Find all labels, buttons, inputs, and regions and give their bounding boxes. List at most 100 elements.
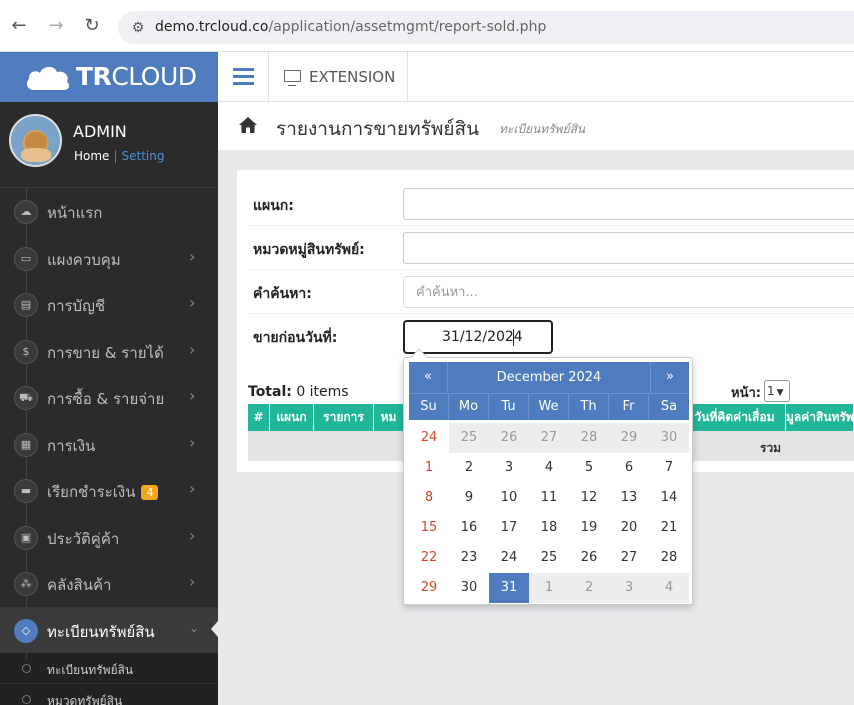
cubes-icon: ⁂ — [14, 572, 38, 596]
sidebar-item-3[interactable]: ▤ การบัญชี › — [0, 281, 218, 328]
sidebar-item-label: การบัญชี — [47, 297, 106, 315]
day-cell[interactable]: 28 — [649, 543, 689, 573]
monitor-icon: ▭ — [14, 246, 38, 271]
day-cell[interactable]: 25 — [529, 543, 569, 573]
chevron-right-icon: › — [189, 246, 196, 266]
day-cell[interactable]: 3 — [609, 573, 649, 603]
sidebar-item-2[interactable]: ▭ แผงควบคุม › — [0, 235, 218, 282]
day-cell[interactable]: 1 — [409, 453, 449, 483]
day-cell[interactable]: 29 — [609, 423, 649, 453]
search-label: คำค้นหา: — [253, 286, 312, 302]
page-select[interactable]: 1 ▼ — [764, 380, 790, 402]
setting-link[interactable]: Setting — [121, 149, 164, 163]
day-cell[interactable]: 5 — [569, 453, 609, 483]
sidebar-item-1[interactable]: ☁ หน้าแรก — [0, 188, 218, 235]
url-text: demo.trcloud.co/application/assetmgmt/re… — [155, 19, 547, 35]
prev-month-button[interactable]: « — [409, 362, 448, 393]
day-cell[interactable]: 1 — [529, 573, 569, 603]
day-cell[interactable]: 22 — [409, 543, 449, 573]
day-cell[interactable]: 26 — [489, 423, 529, 453]
day-cell[interactable]: 24 — [489, 543, 529, 573]
month-year-switch[interactable]: December 2024 — [449, 362, 649, 393]
day-cell[interactable]: 2 — [569, 573, 609, 603]
submenu-item-1[interactable]: ทะเบียนทรัพย์สิน — [0, 653, 218, 684]
day-cell[interactable]: 20 — [609, 513, 649, 543]
day-cell[interactable]: 11 — [529, 483, 569, 513]
day-cell[interactable]: 28 — [569, 423, 609, 453]
address-bar[interactable]: ⚙ demo.trcloud.co/application/assetmgmt/… — [118, 11, 854, 44]
search-row: คำค้นหา: — [249, 270, 854, 314]
diamond-icon: ◇ — [14, 618, 38, 643]
sidebar-item-6[interactable]: ▦ การเงิน › — [0, 421, 218, 468]
day-cell[interactable]: 4 — [529, 453, 569, 483]
home-link[interactable]: Home — [74, 149, 109, 163]
day-cell[interactable]: 7 — [649, 453, 689, 483]
next-month-button[interactable]: » — [650, 362, 689, 393]
reload-icon[interactable]: ↻ — [82, 16, 102, 36]
day-cell[interactable]: 10 — [489, 483, 529, 513]
day-cell[interactable]: 27 — [529, 423, 569, 453]
sold-before-row: ขายก่อนวันที่: 31/12/2024 — [249, 314, 854, 358]
sold-before-date-input[interactable]: 31/12/2024 — [403, 320, 553, 354]
day-cell[interactable]: 3 — [489, 453, 529, 483]
category-select[interactable] — [403, 232, 854, 264]
user-name: ADMIN — [73, 122, 127, 141]
menu-toggle-icon[interactable] — [218, 52, 269, 102]
day-cell[interactable]: 15 — [409, 513, 449, 543]
column-header[interactable]: หม — [374, 404, 404, 431]
day-cell[interactable]: 21 — [649, 513, 689, 543]
day-cell[interactable]: 9 — [449, 483, 489, 513]
day-cell[interactable]: 27 — [609, 543, 649, 573]
sidebar-item-5[interactable]: ⛟ การซื้อ & รายจ่าย › — [0, 374, 218, 421]
day-cell[interactable]: 4 — [649, 573, 689, 603]
column-header[interactable]: แผนก — [270, 404, 314, 431]
day-cell[interactable]: 17 — [489, 513, 529, 543]
day-cell[interactable]: 14 — [649, 483, 689, 513]
day-cell[interactable]: 29 — [409, 573, 449, 603]
link-separator: | — [113, 149, 118, 163]
brand-logo[interactable]: TRCLOUD — [0, 52, 218, 102]
sidebar-item-7[interactable]: ▬ เรียกชำระเงิน 4 › — [0, 467, 218, 514]
day-cell[interactable]: 16 — [449, 513, 489, 543]
search-input[interactable] — [403, 276, 854, 308]
day-cell[interactable]: 13 — [609, 483, 649, 513]
submenu-item-2[interactable]: หมวดทรัพย์สิน — [0, 684, 218, 705]
column-header[interactable]: วันที่คิดค่าเสื่อม — [684, 404, 786, 431]
day-cell[interactable]: 26 — [569, 543, 609, 573]
day-cell[interactable]: 19 — [569, 513, 609, 543]
day-cell[interactable]: 8 — [409, 483, 449, 513]
day-cell[interactable]: 18 — [529, 513, 569, 543]
day-cell[interactable]: 2 — [449, 453, 489, 483]
column-header[interactable]: รายการ — [314, 404, 374, 431]
avatar[interactable] — [9, 114, 62, 167]
day-cell[interactable]: 24 — [409, 423, 449, 453]
day-cell[interactable]: 23 — [449, 543, 489, 573]
sold-before-label: ขายก่อนวันที่: — [253, 330, 338, 346]
day-cell[interactable]: 30 — [449, 573, 489, 603]
sidebar-item-4[interactable]: $ การขาย & รายได้ › — [0, 328, 218, 375]
site-settings-icon[interactable]: ⚙ — [128, 18, 148, 38]
extension-tab[interactable]: EXTENSION — [269, 52, 408, 102]
day-cell[interactable]: 6 — [609, 453, 649, 483]
day-cell[interactable]: 30 — [649, 423, 689, 453]
chevron-right-icon: › — [189, 432, 196, 452]
column-header[interactable]: มูลค่าสินทรัพ — [786, 404, 854, 431]
total-label: Total: — [248, 384, 292, 400]
active-indicator — [211, 620, 218, 637]
page-label: หน้า: — [731, 386, 761, 401]
sidebar-item-9[interactable]: ⁂ คลังสินค้า › — [0, 560, 218, 607]
home-icon[interactable] — [238, 116, 258, 134]
total-value: 0 items — [296, 384, 349, 400]
selected-day[interactable]: 31 — [489, 573, 529, 603]
count-badge: 4 — [141, 485, 159, 500]
column-header[interactable]: # — [248, 404, 270, 431]
sidebar-item-8[interactable]: ▣ ประวัติคู่ค้า › — [0, 514, 218, 561]
forward-icon[interactable]: → — [46, 16, 66, 36]
day-cell[interactable]: 12 — [569, 483, 609, 513]
day-cell[interactable]: 25 — [449, 423, 489, 453]
sidebar-item-10[interactable]: ◇ ทะเบียนทรัพย์สิน ⌄ — [0, 606, 218, 653]
department-select[interactable] — [403, 188, 854, 220]
back-icon[interactable]: ← — [9, 16, 29, 36]
department-row: แผนก: — [249, 182, 854, 226]
submenu-label: ทะเบียนทรัพย์สิน — [47, 663, 134, 677]
